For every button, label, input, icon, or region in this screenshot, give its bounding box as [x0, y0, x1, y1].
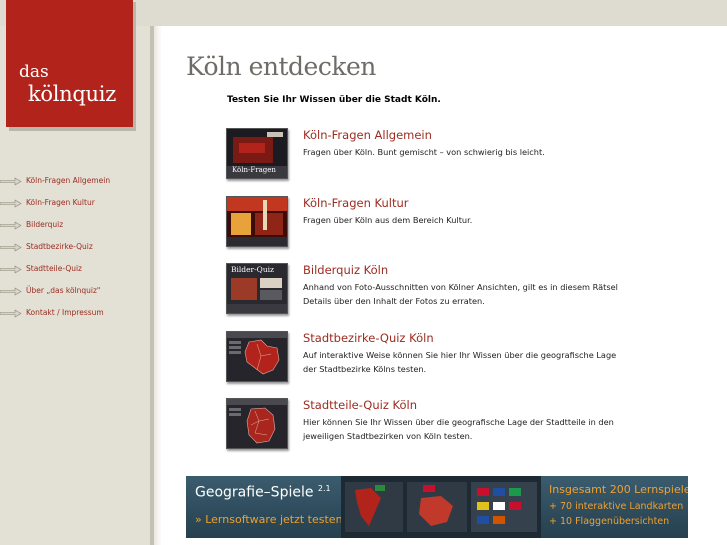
arrow-right-icon	[0, 221, 22, 230]
quiz-title[interactable]: Bilderquiz Köln	[303, 263, 388, 278]
banner-right-line-1: Insgesamt 200 Lernspiele	[549, 483, 688, 496]
logo-line-2: kölnquiz	[28, 82, 116, 106]
sidebar-item-kontakt[interactable]: Kontakt / Impressum	[0, 305, 150, 327]
banner-version: 2.1	[317, 484, 331, 493]
stadtbezirke-map-thumbnail	[227, 332, 287, 381]
quiz-thumbnail[interactable]	[226, 398, 288, 449]
thumbnail-caption: Köln-Fragen	[232, 166, 276, 174]
quiz-item-koeln-fragen-kultur[interactable]: Köln-Fragen Kultur Fragen über Köln aus …	[226, 196, 706, 256]
arrow-right-icon	[0, 177, 22, 186]
logo-line-1: das	[19, 62, 49, 82]
sidebar-item-label: Kontakt / Impressum	[26, 308, 104, 317]
sidebar-item-stadtteile-quiz[interactable]: Stadtteile-Quiz	[0, 261, 150, 283]
main-content: Köln entdecken Testen Sie Ihr Wissen übe…	[162, 26, 727, 545]
banner-cta-link[interactable]: » Lernsoftware jetzt testen	[195, 513, 343, 526]
quiz-title[interactable]: Stadtbezirke-Quiz Köln	[303, 331, 434, 346]
sidebar-item-ueber[interactable]: Über „das kölnquiz"	[0, 283, 150, 305]
banner-right-line-3: + 10 Flaggenübersichten	[549, 516, 670, 527]
sidebar-item-label: Köln-Fragen Allgemein	[26, 176, 111, 185]
page-title: Köln entdecken	[186, 52, 376, 81]
quiz-thumbnail[interactable]: Bilder-Quiz	[226, 263, 288, 314]
quiz-description: Fragen über Köln aus dem Bereich Kultur.	[303, 215, 473, 225]
banner-title: Geografie–Spiele 2.1	[195, 484, 331, 501]
sidebar-item-bilderquiz[interactable]: Bilderquiz	[0, 217, 150, 239]
arrow-right-icon	[0, 309, 22, 318]
quiz-item-bilderquiz[interactable]: Bilder-Quiz Bilderquiz Köln Anhand von F…	[226, 263, 706, 323]
quiz-thumbnail[interactable]	[226, 196, 288, 247]
quiz-title[interactable]: Köln-Fragen Kultur	[303, 196, 409, 211]
quiz-thumbnail[interactable]	[226, 331, 288, 382]
stadtteile-map-thumbnail	[227, 399, 287, 448]
banner-right-panel: Insgesamt 200 Lernspiele + 70 interaktiv…	[541, 476, 688, 538]
site-logo[interactable]: das kölnquiz	[6, 0, 133, 127]
banner-left-panel: Geografie–Spiele 2.1 » Lernsoftware jetz…	[186, 476, 343, 538]
koeln-kultur-thumbnail-image	[227, 197, 287, 246]
geografie-spiele-ad-banner[interactable]: Geografie–Spiele 2.1 » Lernsoftware jetz…	[186, 476, 688, 538]
sidebar-item-koeln-fragen-kultur[interactable]: Köln-Fragen Kultur	[0, 195, 150, 217]
arrow-right-icon	[0, 287, 22, 296]
thumbnail-caption: Bilder-Quiz	[231, 265, 274, 274]
quiz-description: Fragen über Köln. Bunt gemischt – von sc…	[303, 147, 545, 157]
intro-text: Testen Sie Ihr Wissen über die Stadt Köl…	[227, 95, 441, 105]
sidebar-item-stadtbezirke-quiz[interactable]: Stadtbezirke-Quiz	[0, 239, 150, 261]
sidebar-nav: Köln-Fragen Allgemein Köln-Fragen Kultur…	[0, 173, 150, 327]
arrow-right-icon	[0, 199, 22, 208]
quiz-item-koeln-fragen-allgemein[interactable]: Köln-Fragen Köln-Fragen Allgemein Fragen…	[226, 128, 706, 188]
quiz-item-stadtteile-quiz[interactable]: Stadtteile-Quiz Köln Hier können Sie Ihr…	[226, 398, 706, 458]
sidebar-item-label: Köln-Fragen Kultur	[26, 198, 95, 207]
banner-screenshots	[341, 476, 541, 538]
quiz-title[interactable]: Stadtteile-Quiz Köln	[303, 398, 417, 413]
banner-right-line-2: + 70 interaktive Landkarten	[549, 501, 684, 512]
arrow-right-icon	[0, 243, 22, 252]
quiz-description: Anhand von Foto-Ausschnitten von Kölner …	[303, 282, 618, 306]
sidebar-item-label: Über „das kölnquiz"	[26, 286, 101, 295]
quiz-description: Hier können Sie Ihr Wissen über die geog…	[303, 417, 614, 441]
quiz-item-stadtbezirke-quiz[interactable]: Stadtbezirke-Quiz Köln Auf interaktive W…	[226, 331, 706, 391]
banner-title-text: Geografie–Spiele	[195, 484, 314, 501]
game-screenshots-image	[341, 476, 541, 538]
sidebar-item-label: Stadtteile-Quiz	[26, 264, 82, 273]
quiz-title[interactable]: Köln-Fragen Allgemein	[303, 128, 432, 143]
arrow-right-icon	[0, 265, 22, 274]
sidebar-item-koeln-fragen-allgemein[interactable]: Köln-Fragen Allgemein	[0, 173, 150, 195]
quiz-description: Auf interaktive Weise können Sie hier Ih…	[303, 350, 617, 374]
quiz-thumbnail[interactable]: Köln-Fragen	[226, 128, 288, 179]
sidebar-item-label: Stadtbezirke-Quiz	[26, 242, 93, 251]
sidebar-item-label: Bilderquiz	[26, 220, 64, 229]
content-edge-shadow	[154, 26, 162, 545]
